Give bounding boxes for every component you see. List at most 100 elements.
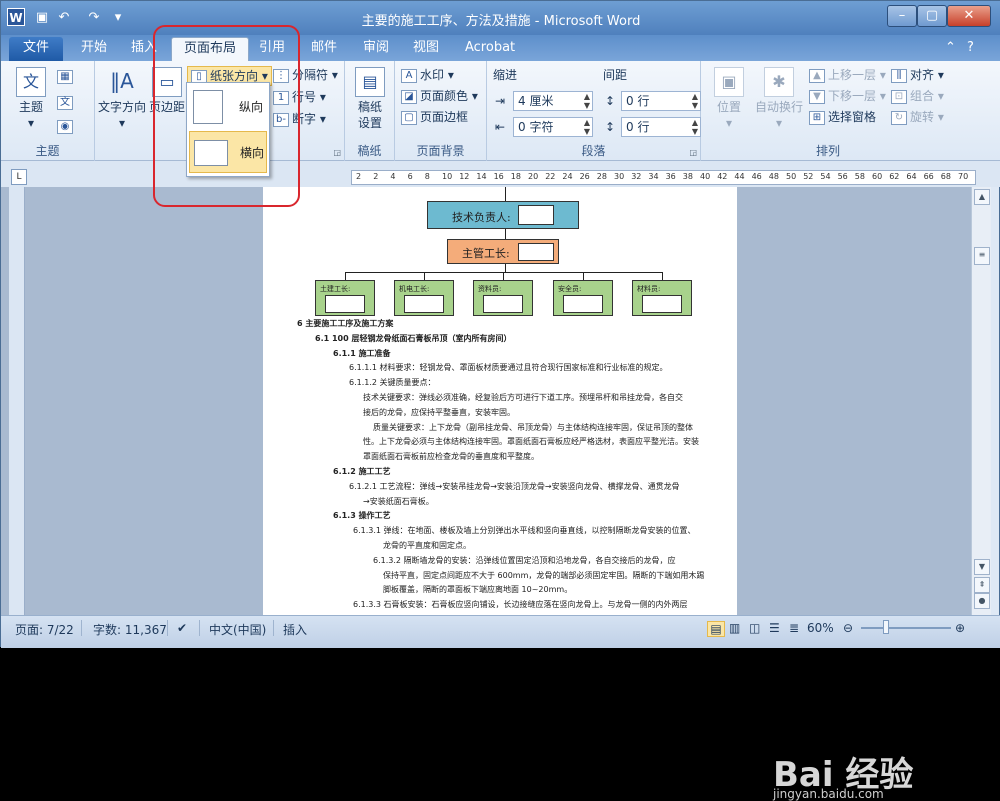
staff-field[interactable]	[325, 295, 365, 313]
theme-colors-icon[interactable]: ▦	[57, 67, 76, 85]
spinner-arrows-icon[interactable]: ▲ ▼	[584, 92, 590, 110]
outline-icon[interactable]: ☰	[769, 621, 780, 635]
spinner-arrows-icon[interactable]: ▲ ▼	[584, 118, 590, 136]
insert-mode-status[interactable]: 插入	[283, 621, 307, 638]
theme-effects-icon[interactable]: ◉	[57, 117, 76, 135]
language-status[interactable]: 中文(中国)	[209, 621, 266, 638]
page-setup-launcher-icon[interactable]: ◲	[333, 148, 341, 157]
wrap-text-icon: ✱	[764, 67, 794, 97]
scroll-thumb[interactable]: ≡	[974, 247, 990, 265]
spacing-after-input[interactable]: 0 行 ▲ ▼	[621, 117, 701, 137]
document-line: 性。上下龙骨必须与主体结构连接牢固。罩面纸面石膏板应经严格选材，表面应平整光洁。…	[363, 437, 699, 447]
group-draft: ▤ 稿纸 设置 稿纸	[345, 61, 395, 161]
zoom-slider[interactable]	[861, 627, 951, 629]
paragraph-launcher-icon[interactable]: ◲	[689, 148, 697, 157]
spinner-arrows-icon[interactable]: ▲ ▼	[692, 92, 698, 110]
themes-button[interactable]: 文 主题 ▾	[11, 67, 51, 131]
rotate-button[interactable]: ↻ 旋转 ▾	[891, 108, 944, 126]
indent-right-input[interactable]: 0 字符 ▲ ▼	[513, 117, 593, 137]
indent-left-input[interactable]: 4 厘米 ▲ ▼	[513, 91, 593, 111]
staff-box[interactable]: 土建工长:	[315, 280, 375, 316]
staff-field[interactable]	[404, 295, 444, 313]
tab-view[interactable]: 视图	[401, 37, 451, 61]
staff-box[interactable]: 安全员:	[553, 280, 613, 316]
tab-home[interactable]: 开始	[69, 37, 119, 61]
word-count[interactable]: 字数: 11,367	[93, 621, 167, 638]
previous-page-icon[interactable]: ⇞	[974, 577, 990, 593]
theme-fonts-icon[interactable]: 文	[57, 93, 76, 111]
help-icon[interactable]: ?	[967, 37, 974, 61]
tab-file[interactable]: 文件	[9, 37, 63, 61]
vertical-scrollbar[interactable]: ▲ ≡ ▼ ⇞ ●	[971, 187, 991, 615]
scroll-down-icon[interactable]: ▼	[974, 559, 990, 575]
connector-line	[662, 272, 663, 280]
tab-acrobat[interactable]: Acrobat	[453, 37, 527, 61]
draft-view-icon[interactable]: ≣	[789, 621, 799, 635]
group-button[interactable]: ⊡ 组合 ▾	[891, 87, 944, 105]
selection-pane-button[interactable]: ⊞ 选择窗格	[809, 108, 876, 126]
ribbon-minimize-icon[interactable]: ⌃	[945, 37, 956, 61]
tech-lead-field[interactable]	[518, 205, 554, 225]
ruler-mark: 56	[837, 172, 848, 181]
document-line: 脚板覆盖，隔断的罩面板下端应离地面 10~20mm。	[383, 585, 573, 595]
web-layout-icon[interactable]: ◫	[749, 621, 760, 635]
staff-field[interactable]	[642, 295, 682, 313]
page-count[interactable]: 页面: 7/22	[15, 621, 74, 638]
ribbon-tabs: 文件 开始 插入 页面布局 引用 邮件 审阅 视图 Acrobat ⌃ ?	[1, 35, 1000, 61]
wrap-text-button[interactable]: ✱ 自动换行 ▾	[751, 67, 807, 131]
staff-box[interactable]: 机电工长:	[394, 280, 454, 316]
foreman-field[interactable]	[518, 243, 554, 261]
ruler-mark: 48	[768, 172, 779, 181]
print-layout-icon[interactable]: ▤	[707, 621, 725, 637]
highlight-annotation	[153, 25, 300, 207]
spacing-label: 间距	[603, 68, 628, 82]
vertical-ruler[interactable]	[9, 187, 25, 615]
close-button[interactable]: ✕	[947, 5, 991, 27]
watermark-button[interactable]: A 水印 ▾	[401, 66, 454, 84]
spacing-before-input[interactable]: 0 行 ▲ ▼	[621, 91, 701, 111]
horizontal-ruler[interactable]: 2 2 4 6 8 10 12 14 16 18 20 22 24 26 28 30 32 34 36 38 40 42 4…	[351, 170, 976, 185]
scroll-up-icon[interactable]: ▲	[974, 189, 990, 205]
staff-box[interactable]: 材料员:	[632, 280, 692, 316]
document-line: 保持平直，固定点间距应不大于 600mm，龙骨的端部必须固定牢固。隔断的下端如用…	[383, 570, 705, 580]
full-screen-reading-icon[interactable]: ▥	[729, 621, 740, 635]
tab-review[interactable]: 审阅	[351, 37, 401, 61]
zoom-in-icon[interactable]: ⊕	[955, 621, 965, 635]
text-direction-button[interactable]: ‖A 文字方向 ▾	[95, 67, 149, 131]
tab-mailings[interactable]: 邮件	[299, 37, 349, 61]
align-button[interactable]: ⫼ 对齐 ▾	[891, 66, 944, 84]
tech-lead-box[interactable]: 技术负责人:	[427, 201, 579, 229]
tab-selector-icon[interactable]: L	[11, 169, 27, 185]
browse-object-icon[interactable]: ●	[974, 593, 990, 609]
connector-line	[505, 264, 506, 272]
word-window: W ▣ ↶ ↷ ▾ 主要的施工工序、方法及措施 - Microsoft Word…	[0, 0, 1000, 801]
staff-field[interactable]	[483, 295, 523, 313]
foreman-box[interactable]: 主管工长:	[447, 239, 559, 264]
ruler-mark: 36	[665, 172, 676, 181]
position-button[interactable]: ▣ 位置 ▾	[707, 67, 751, 131]
ruler-mark: 68	[940, 172, 951, 181]
ruler-mark: 62	[889, 172, 900, 181]
bring-forward-button[interactable]: ▲ 上移一层 ▾	[809, 66, 886, 84]
page-color-button[interactable]: ◪ 页面颜色 ▾	[401, 87, 478, 105]
maximize-button[interactable]: ▢	[917, 5, 947, 27]
staff-box[interactable]: 资料员:	[473, 280, 533, 316]
group-label-paragraph: 段落	[581, 144, 606, 158]
spinner-arrows-icon[interactable]: ▲ ▼	[692, 118, 698, 136]
ruler-mark: 66	[923, 172, 934, 181]
draft-settings-button[interactable]: ▤ 稿纸 设置	[351, 67, 389, 131]
document-page[interactable]: 技术负责人: 主管工长: 土建工长: 机电工长: 资料员: 安全员: 材料员: …	[263, 187, 737, 615]
zoom-out-icon[interactable]: ⊖	[843, 621, 853, 635]
send-backward-button[interactable]: ▼ 下移一层 ▾	[809, 87, 886, 105]
ruler-mark: 38	[682, 172, 693, 181]
page-borders-button[interactable]: ▢ 页面边框	[401, 108, 468, 126]
zoom-slider-thumb[interactable]	[883, 620, 889, 634]
proofing-icon[interactable]: ✔	[177, 621, 187, 635]
ruler-mark: 10	[442, 172, 453, 181]
connector-line	[503, 272, 504, 280]
minimize-button[interactable]: –	[887, 5, 917, 27]
staff-field[interactable]	[563, 295, 603, 313]
zoom-level[interactable]: 60%	[807, 621, 834, 635]
ruler-mark: 24	[562, 172, 573, 181]
ruler-mark: 14	[476, 172, 487, 181]
